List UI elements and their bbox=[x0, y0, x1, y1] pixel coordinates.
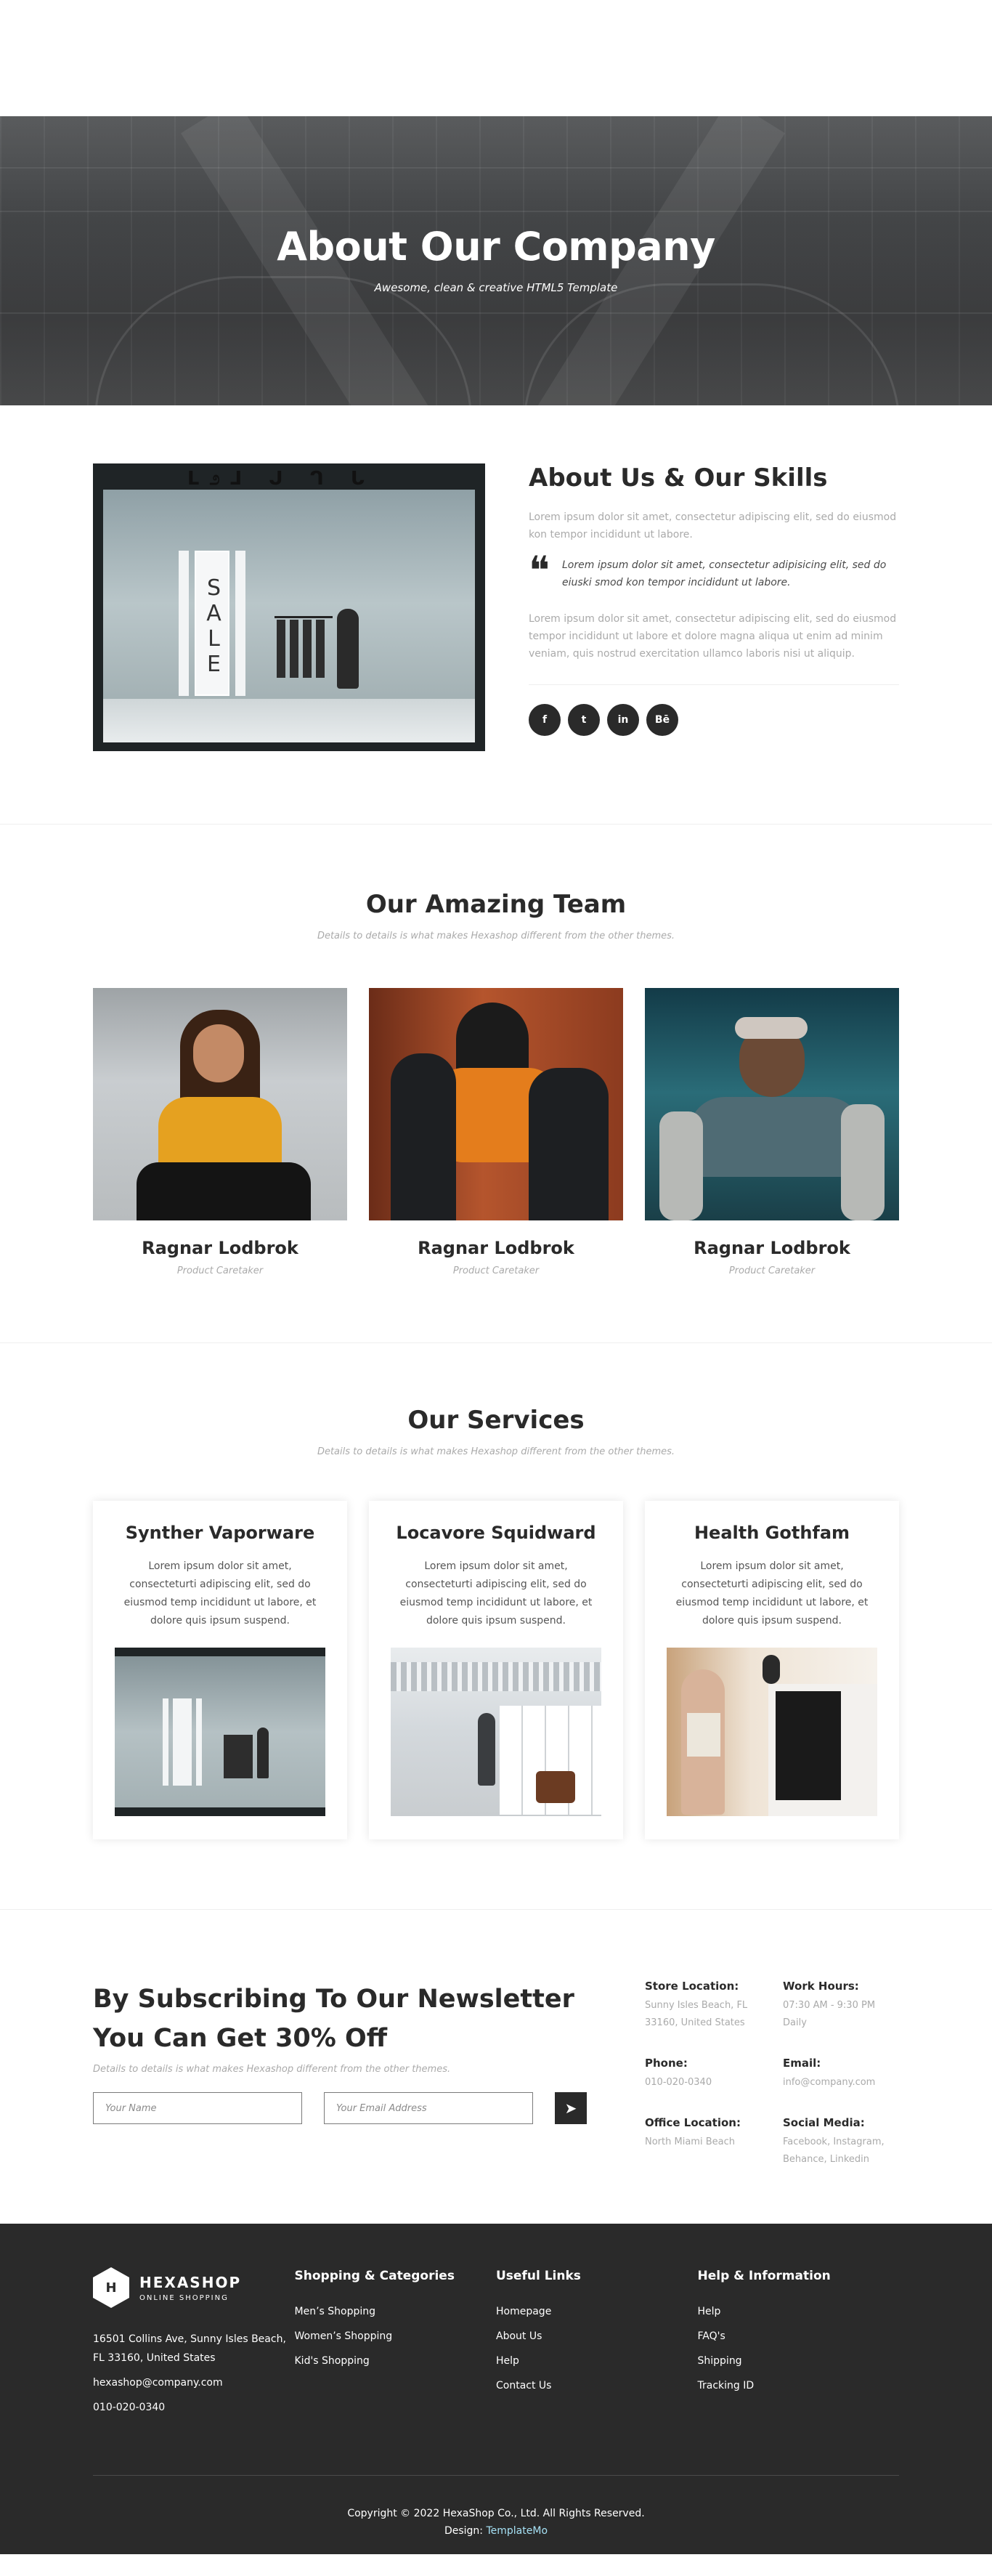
team-subheading: Details to details is what makes Hexasho… bbox=[317, 931, 675, 941]
facebook-icon[interactable]: f bbox=[529, 704, 561, 736]
service-card: Synther Vaporware Lorem ipsum dolor sit … bbox=[93, 1501, 347, 1839]
footer-link[interactable]: Help bbox=[698, 2299, 900, 2324]
about-paragraph: Lorem ipsum dolor sit amet, consectetur … bbox=[529, 511, 897, 540]
services-heading: Our Services bbox=[407, 1406, 585, 1435]
footer-column-help: Help & Information Help FAQ's Shipping T… bbox=[698, 2267, 900, 2417]
about-heading: About Us & Our Skills bbox=[529, 463, 828, 493]
about-social-links: f t in Bē bbox=[529, 704, 899, 736]
paper-plane-icon: ➤ bbox=[564, 2099, 577, 2117]
team-heading: Our Amazing Team bbox=[365, 890, 627, 919]
footer-link[interactable]: Kid's Shopping bbox=[295, 2349, 497, 2373]
footer-link[interactable]: Help bbox=[496, 2349, 698, 2373]
service-image bbox=[391, 1648, 601, 1816]
footer-address: 16501 Collins Ave, Sunny Isles Beach, FL… bbox=[93, 2333, 286, 2364]
facebook-icon[interactable]: f bbox=[445, 2559, 452, 2576]
copyright-text: Copyright © 2022 HexaShop Co., Ltd. All … bbox=[347, 2508, 645, 2519]
sale-sign: SALE bbox=[195, 551, 229, 696]
footer-contact: H HEXASHOP ONLINE SHOPPING 16501 Collins… bbox=[93, 2267, 295, 2417]
team-member-role: Product Caretaker bbox=[728, 1265, 816, 1276]
footer-copyright: Copyright © 2022 HexaShop Co., Ltd. All … bbox=[93, 2505, 899, 2540]
info-social-media: Social Media: Facebook, Instagram, Behan… bbox=[783, 2116, 885, 2165]
page-hero: About Our Company Awesome, clean & creat… bbox=[0, 116, 992, 405]
footer-phone[interactable]: 010-020-0340 bbox=[93, 2398, 295, 2417]
team-member: Ragnar Lodbrok Product Caretaker bbox=[369, 988, 623, 1276]
header-space bbox=[0, 0, 992, 116]
page-subtitle: Awesome, clean & creative HTML5 Template bbox=[374, 281, 618, 294]
footer-column-categories: Shopping & Categories Men’s Shopping Wom… bbox=[295, 2267, 497, 2417]
subscribe-form: ➤ bbox=[93, 2092, 594, 2124]
page-title: About Our Company bbox=[277, 224, 715, 270]
twitter-icon[interactable]: t bbox=[469, 2559, 476, 2576]
about-paragraph-2: Lorem ipsum dolor sit amet, consectetur … bbox=[529, 613, 897, 660]
services-section: Our Services Details to details is what … bbox=[0, 1343, 992, 1910]
team-member-photo[interactable] bbox=[645, 988, 899, 1220]
team-member-photo[interactable] bbox=[369, 988, 623, 1220]
footer-divider bbox=[93, 2475, 899, 2476]
info-work-hours: Work Hours: 07:30 AM - 9:30 PM Daily bbox=[783, 1980, 876, 2028]
site-footer: H HEXASHOP ONLINE SHOPPING 16501 Collins… bbox=[0, 2224, 992, 2576]
service-image bbox=[115, 1648, 325, 1816]
footer-link[interactable]: Tracking ID bbox=[698, 2373, 900, 2398]
info-store-location: Store Location: Sunny Isles Beach, FL 33… bbox=[645, 1980, 748, 2028]
service-text: Lorem ipsum dolor sit amet, consecteturt… bbox=[675, 1560, 869, 1627]
about-quote: ❝ Lorem ipsum dolor sit amet, consectetu… bbox=[529, 548, 899, 594]
service-card: Locavore Squidward Lorem ipsum dolor sit… bbox=[369, 1501, 623, 1839]
service-card: Health Gothfam Lorem ipsum dolor sit ame… bbox=[645, 1501, 899, 1839]
team-member-role: Product Caretaker bbox=[176, 1265, 264, 1276]
twitter-icon[interactable]: t bbox=[568, 704, 600, 736]
services-subheading: Details to details is what makes Hexasho… bbox=[317, 1446, 675, 1457]
logo-name: HEXASHOP bbox=[139, 2273, 242, 2291]
footer-link[interactable]: Men’s Shopping bbox=[295, 2299, 497, 2324]
name-input[interactable] bbox=[93, 2092, 302, 2124]
footer-link[interactable]: Contact Us bbox=[496, 2373, 698, 2398]
service-title: Locavore Squidward bbox=[396, 1523, 596, 1543]
behance-icon[interactable]: Bē bbox=[526, 2559, 547, 2576]
info-office-location: Office Location: North Miami Beach bbox=[645, 2116, 741, 2147]
logo-tagline: ONLINE SHOPPING bbox=[139, 2293, 229, 2302]
store-window-image: ᒪ೨ᒧ ᒍ ᒉ ᒐ SALE bbox=[93, 463, 485, 751]
team-member-name: Ragnar Lodbrok bbox=[418, 1238, 574, 1258]
quote-icon: ❝ bbox=[529, 548, 550, 594]
logo-hexagon-icon: H bbox=[93, 2267, 129, 2308]
footer-column-useful-links: Useful Links Homepage About Us Help Cont… bbox=[496, 2267, 698, 2417]
subscribe-button[interactable]: ➤ bbox=[555, 2092, 587, 2124]
team-member: Ragnar Lodbrok Product Caretaker bbox=[93, 988, 347, 1276]
contact-info: Store Location: Sunny Isles Beach, FL 33… bbox=[645, 1980, 899, 2168]
team-member-name: Ragnar Lodbrok bbox=[694, 1238, 850, 1258]
team-section: Our Amazing Team Details to details is w… bbox=[0, 825, 992, 1343]
footer-logo[interactable]: H HEXASHOP ONLINE SHOPPING bbox=[93, 2267, 295, 2308]
footer-link[interactable]: About Us bbox=[496, 2324, 698, 2349]
quote-text: Lorem ipsum dolor sit amet, consectetur … bbox=[562, 559, 887, 588]
subscribe-subheading: Details to details is what makes Hexasho… bbox=[93, 2064, 451, 2075]
footer-link[interactable]: Shipping bbox=[698, 2349, 900, 2373]
design-credit-link[interactable]: TemplateMo bbox=[486, 2525, 548, 2537]
service-title: Health Gothfam bbox=[694, 1523, 850, 1543]
info-email: Email: info@company.com bbox=[783, 2057, 876, 2088]
info-phone: Phone: 010-020-0340 bbox=[645, 2057, 712, 2088]
about-section: ᒪ೨ᒧ ᒍ ᒉ ᒐ SALE About Us & Our Skills Lor… bbox=[0, 405, 992, 825]
service-text: Lorem ipsum dolor sit amet, consecteturt… bbox=[123, 1560, 317, 1627]
service-title: Synther Vaporware bbox=[125, 1523, 315, 1543]
linkedin-icon[interactable]: in bbox=[607, 704, 639, 736]
email-input[interactable] bbox=[324, 2092, 533, 2124]
team-member-photo[interactable] bbox=[93, 988, 347, 1220]
footer-social-links: f t in Bē bbox=[93, 2559, 899, 2576]
footer-email[interactable]: hexashop@company.com bbox=[93, 2373, 295, 2392]
linkedin-icon[interactable]: in bbox=[493, 2559, 508, 2576]
subscribe-section: By Subscribing To Our Newsletter You Can… bbox=[0, 1910, 992, 2224]
team-member-role: Product Caretaker bbox=[452, 1265, 540, 1276]
footer-link[interactable]: Homepage bbox=[496, 2299, 698, 2324]
footer-link[interactable]: FAQ's bbox=[698, 2324, 900, 2349]
behance-icon[interactable]: Bē bbox=[646, 704, 678, 736]
footer-link[interactable]: Women’s Shopping bbox=[295, 2324, 497, 2349]
divider bbox=[529, 684, 899, 685]
service-image bbox=[667, 1648, 877, 1816]
design-label: Design: bbox=[444, 2525, 484, 2537]
subscribe-heading: By Subscribing To Our Newsletter You Can… bbox=[93, 1985, 574, 2053]
team-member: Ragnar Lodbrok Product Caretaker bbox=[645, 988, 899, 1276]
service-text: Lorem ipsum dolor sit amet, consecteturt… bbox=[399, 1560, 593, 1627]
team-member-name: Ragnar Lodbrok bbox=[142, 1238, 298, 1258]
